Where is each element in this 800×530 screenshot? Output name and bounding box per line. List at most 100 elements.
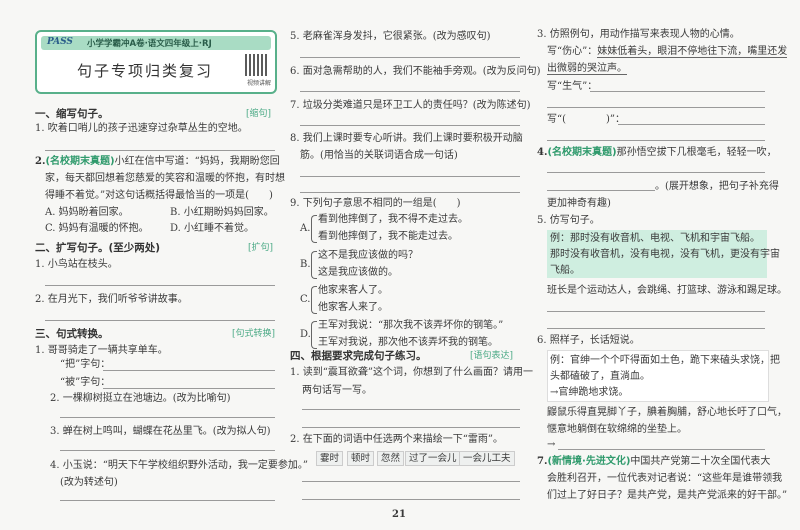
answer-line[interactable] <box>547 172 765 173</box>
r-q5: 5. 仿写句子。 <box>537 215 600 226</box>
q9-c-s2: 他家客人来了。 <box>318 302 388 313</box>
source-tag: (名校期末真题) <box>45 156 115 167</box>
r-q7-line2: 会胜利召开，一位代表对记者说：“这些年是谁带领我 <box>547 473 783 484</box>
s3-q4-line2: (改为转述句) <box>60 477 118 488</box>
r-q3-blank-label: 写“( )”： <box>547 114 626 125</box>
ba-answer-line[interactable] <box>103 370 275 371</box>
answer-line[interactable] <box>547 107 765 108</box>
pass-logo: PASS <box>47 37 73 47</box>
q9-d-s1: 王军对我说：“那次我不该弄坏你的钢笔。” <box>318 320 504 331</box>
answer-line[interactable] <box>590 91 765 92</box>
source-tag: (新情境·先进文化) <box>547 456 631 467</box>
example-line: 飞船。 <box>550 265 580 276</box>
s3-q1: 1. 哥哥骑走了一辆共享单车。 <box>35 345 168 356</box>
answer-line[interactable] <box>45 285 275 286</box>
answer-line[interactable] <box>547 190 655 191</box>
m-q6: 6. 面对急需帮助的人，我们不能袖手旁观。(改为反问句) <box>290 66 541 77</box>
section-2-heading: 二、扩写句子。(至少两处) <box>35 242 161 254</box>
s1-q2: 2.(名校期末真题)小红在信中写道：“妈妈，我期盼您回 <box>35 155 280 169</box>
answer-line[interactable] <box>300 192 520 193</box>
s4-q2: 2. 在下面的词语中任选两个来描绘一下“雷雨”。 <box>290 434 503 445</box>
q-text: 中国共产党第二十次全国代表大 <box>630 456 771 467</box>
option-d[interactable]: D. 小红睡不着觉。 <box>170 222 254 236</box>
section-3-tag: [句式转换] <box>232 329 276 339</box>
s1-q2-line3: 得睡不着觉。”对这句话概括得最恰当的一项是( ) <box>45 190 273 201</box>
answer-line[interactable] <box>45 150 275 151</box>
word-chip[interactable]: 霎时 <box>316 451 344 466</box>
option-c[interactable]: C. 妈妈有温暖的怀抱。 <box>45 222 149 236</box>
q9-option-b-label[interactable]: B. <box>300 258 311 272</box>
example-line: 头都磕破了，直淌血。 <box>550 371 650 382</box>
s4-q1: 1. 读到“震耳欲聋”这个词，你想到了什么画面？请用一 <box>290 367 533 378</box>
r-q6: 6. 照样子，长话短说。 <box>537 335 640 346</box>
q-num: 2. <box>35 156 46 167</box>
section-4-heading: 四、根据要求完成句子练习。 <box>290 350 427 362</box>
r-q3-example-line2: 出微弱的哭泣声。 <box>547 62 627 76</box>
answer-line[interactable] <box>300 125 520 126</box>
section-4-tag: [语句表达] <box>470 351 514 361</box>
example-line: →官绅跪地求饶。 <box>550 387 629 398</box>
answer-line[interactable] <box>300 176 520 177</box>
q9-option-c-label[interactable]: C. <box>300 293 310 307</box>
answer-line[interactable] <box>302 481 520 482</box>
label: 写“伤心”： <box>547 46 598 57</box>
word-chip[interactable]: 忽然 <box>377 451 405 466</box>
q9-a-s1: 看到他摔倒了，我不得不走过去。 <box>318 214 468 225</box>
s1-q1: 1. 吹着口哨儿的孩子迅速穿过杂草丛生的空地。 <box>35 123 248 134</box>
q9-b-s1: 这不是我应该做的吗？ <box>318 250 418 261</box>
answer-line[interactable] <box>300 57 520 58</box>
series-bar: PASS 小学学霸冲A卷·语文四年级上·RJ <box>41 36 271 50</box>
option-a[interactable]: A. 妈妈盼着回家。 <box>45 206 129 220</box>
m-q8: 8. 我们上课时要专心听讲。我们上课时要积极开动脑 <box>290 133 523 144</box>
answer-line[interactable] <box>302 427 520 428</box>
q9-option-d-label[interactable]: D. <box>300 328 311 342</box>
r-q3-example: 写“伤心”：妹妹低着头，眼泪不停地往下流，嘴里还发 <box>547 45 788 59</box>
source-tag: (名校期末真题) <box>547 147 617 158</box>
series-title: 小学学霸冲A卷·语文四年级上·RJ <box>87 39 212 49</box>
r-q5-task: 班长是个运动达人，会跳绳、打篮球、游泳和踢足球。 <box>547 285 787 296</box>
answer-line[interactable] <box>60 417 275 418</box>
m-q9: 9. 下列句子意思不相同的一组是( ) <box>290 198 461 209</box>
r-q6-task-line2: 惬意地躺倒在软绵绵的坐垫上。 <box>547 424 687 435</box>
answer-line[interactable] <box>302 499 520 500</box>
brace <box>311 286 317 314</box>
q9-b-s2: 这是我应该做的。 <box>318 267 398 278</box>
q9-a-s2: 看到他摔倒了，我不能走过去。 <box>318 231 458 242</box>
answer-line[interactable] <box>302 409 520 410</box>
brace <box>311 321 317 349</box>
qr-code-icon[interactable] <box>245 54 267 76</box>
brace <box>311 251 317 279</box>
word-chip[interactable]: 顿时 <box>347 451 375 466</box>
s3-q2: 2. 一棵柳树挺立在池塘边。(改为比喻句) <box>50 393 231 404</box>
answer-line[interactable] <box>547 328 765 329</box>
answer-line[interactable] <box>60 500 275 501</box>
answer-line[interactable] <box>547 140 765 141</box>
word-chip[interactable]: 过了一会儿 <box>405 451 461 466</box>
s1-q2-line2: 家，每天都回想着您慈爱的笑容和温暖的怀抱，有时想 <box>45 173 285 184</box>
answer-line[interactable] <box>618 124 765 125</box>
example-text: 妹妹低着头，眼泪不停地往下流，嘴里还发 <box>597 46 788 58</box>
answer-line[interactable] <box>60 450 275 451</box>
answer-line[interactable] <box>45 320 275 321</box>
example-line: 例：官绅一个个吓得面如土色，跪下来磕头求饶，把 <box>550 355 780 366</box>
q-text: 那孙悟空拔下几根毫毛，轻轻一吹， <box>616 147 777 158</box>
r-q4-line2: 。(展开想象，把句子补充得 <box>655 181 779 192</box>
page-title: 句子专项归类复习 <box>77 62 214 80</box>
answer-line[interactable] <box>558 449 765 450</box>
option-b[interactable]: B. 小红期盼妈妈回家。 <box>170 206 274 220</box>
s2-q1: 1. 小鸟站在枝头。 <box>35 259 118 270</box>
r-q7-line3: 们过上了好日子？是共产党，是共产党派来的好干部。” <box>547 490 788 501</box>
r-q3: 3. 仿照例句，用动作描写来表现人物的心情。 <box>537 29 740 40</box>
word-chip[interactable]: 一会儿工夫 <box>459 451 515 466</box>
q9-option-a-label[interactable]: A. <box>300 222 310 236</box>
arrow-icon: → <box>547 439 556 450</box>
answer-line[interactable] <box>547 311 765 312</box>
bei-answer-line[interactable] <box>103 388 275 389</box>
section-1-tag: [缩句] <box>246 109 272 119</box>
section-3-heading: 三、句式转换。 <box>35 328 109 340</box>
r-q7: 7.(新情境·先进文化)中国共产党第二十次全国代表大 <box>537 455 770 469</box>
example-line: 例：那时没有收音机、电视、飞机和宇宙飞船。 <box>550 233 760 244</box>
r-q6-task: 鼹鼠乐得直晃脚丫子，腆着胸脯，舒心地长吁了口气， <box>547 407 787 418</box>
answer-line[interactable] <box>300 91 520 92</box>
m-q5: 5. 老麻雀浑身发抖，它很紧张。(改为感叹句) <box>290 31 491 42</box>
